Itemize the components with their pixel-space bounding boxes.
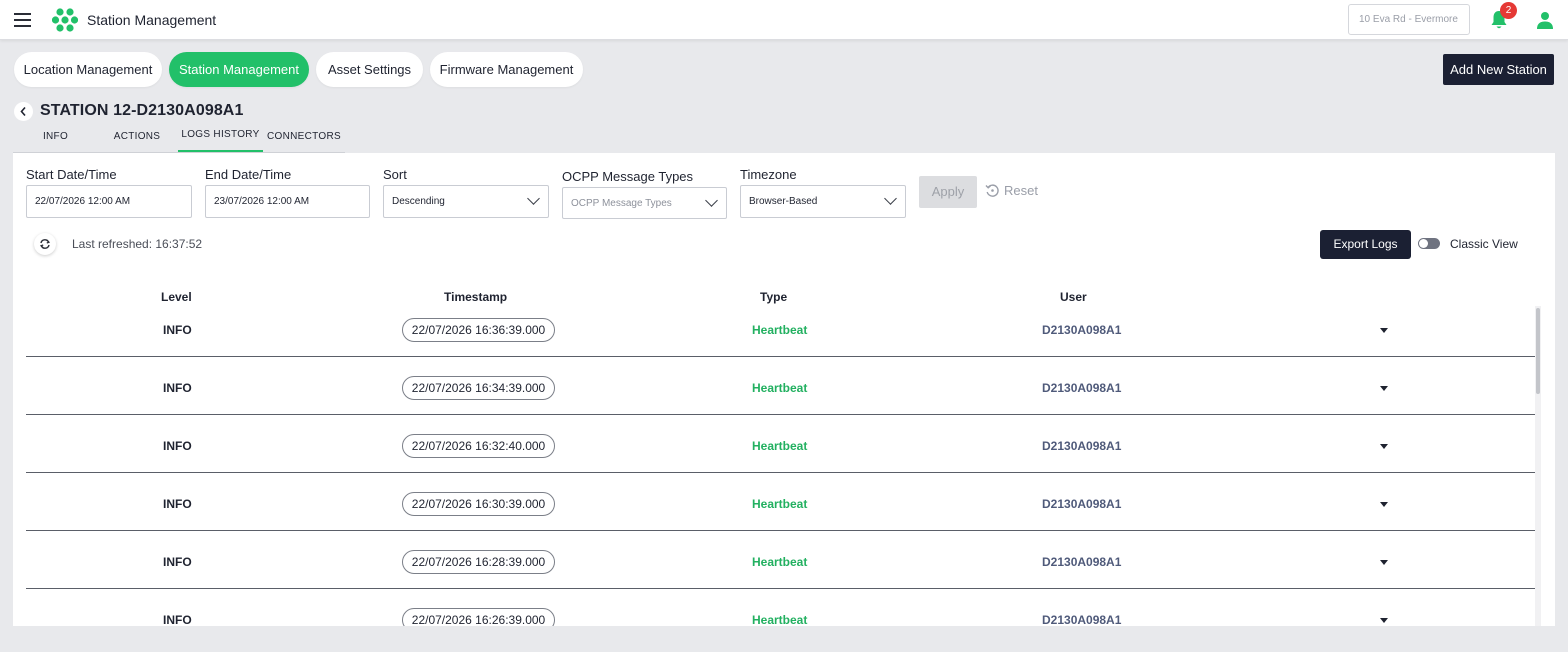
ocpp-placeholder: OCPP Message Types	[571, 198, 672, 209]
type-cell: Heartbeat	[752, 439, 808, 453]
user-link[interactable]: D2130A098A1	[1042, 381, 1121, 395]
table-row[interactable]: INFO 22/07/2026 16:26:39.000 Heartbeat D213…	[26, 589, 1535, 626]
timezone-select[interactable]: Browser-Based	[740, 185, 906, 218]
caret-down-icon[interactable]	[1380, 328, 1388, 333]
level-cell: INFO	[163, 497, 192, 511]
user-icon[interactable]	[1536, 11, 1554, 29]
reset-button[interactable]: Reset	[985, 183, 1038, 198]
tab-logs-history[interactable]: LOGS HISTORY	[178, 129, 263, 153]
add-new-station-button[interactable]: Add New Station	[1443, 54, 1554, 85]
type-cell: Heartbeat	[752, 381, 808, 395]
logs-card: Start Date/Time 22/07/2026 12:00 AM End …	[13, 153, 1555, 626]
ocpp-label: OCPP Message Types	[562, 169, 694, 184]
caret-down-icon[interactable]	[1380, 618, 1388, 623]
timestamp-chip: 22/07/2026 16:28:39.000	[402, 550, 555, 574]
notification-badge: 2	[1500, 2, 1517, 19]
tab-actions[interactable]: ACTIONS	[98, 130, 176, 152]
sort-value: Descending	[392, 196, 445, 207]
reset-icon	[985, 184, 999, 197]
level-cell: INFO	[163, 613, 192, 626]
type-cell: Heartbeat	[752, 555, 808, 569]
chevron-down-icon	[884, 192, 897, 205]
user-link[interactable]: D2130A098A1	[1042, 555, 1121, 569]
start-date-label: Start Date/Time	[26, 167, 117, 182]
timezone-label: Timezone	[740, 167, 797, 182]
pill-asset-settings[interactable]: Asset Settings	[316, 52, 423, 87]
level-cell: INFO	[163, 555, 192, 569]
reset-label: Reset	[1004, 183, 1038, 198]
apply-button[interactable]: Apply	[919, 176, 977, 208]
timezone-value: Browser-Based	[749, 196, 818, 207]
type-cell: Heartbeat	[752, 497, 808, 511]
pill-location-management[interactable]: Location Management	[14, 52, 162, 87]
type-cell: Heartbeat	[752, 613, 808, 626]
start-date-input[interactable]: 22/07/2026 12:00 AM	[26, 185, 192, 218]
logo-icon	[52, 8, 78, 32]
sort-select[interactable]: Descending	[383, 185, 549, 218]
timestamp-chip: 22/07/2026 16:30:39.000	[402, 492, 555, 516]
station-title: STATION 12-D2130A098A1	[40, 102, 244, 119]
export-logs-button[interactable]: Export Logs	[1320, 230, 1411, 259]
pill-firmware-management[interactable]: Firmware Management	[430, 52, 583, 87]
table-row[interactable]: INFO 22/07/2026 16:32:40.000 Heartbeat D213…	[26, 415, 1535, 473]
refresh-button[interactable]	[34, 233, 56, 255]
end-date-input[interactable]: 23/07/2026 12:00 AM	[205, 185, 370, 218]
user-link[interactable]: D2130A098A1	[1042, 497, 1121, 511]
type-cell: Heartbeat	[752, 323, 808, 337]
caret-down-icon[interactable]	[1380, 444, 1388, 449]
table-row[interactable]: INFO 22/07/2026 16:34:39.000 Heartbeat D213…	[26, 357, 1535, 415]
table-row[interactable]: INFO 22/07/2026 16:28:39.000 Heartbeat D213…	[26, 531, 1535, 589]
user-link[interactable]: D2130A098A1	[1042, 439, 1121, 453]
timestamp-chip: 22/07/2026 16:26:39.000	[402, 608, 555, 626]
refresh-icon	[39, 239, 51, 249]
pill-station-management[interactable]: Station Management	[169, 52, 309, 87]
level-cell: INFO	[163, 439, 192, 453]
location-select[interactable]: 10 Eva Rd - Evermore	[1348, 4, 1470, 35]
tab-connectors[interactable]: CONNECTORS	[264, 130, 344, 152]
level-cell: INFO	[163, 381, 192, 395]
timestamp-chip: 22/07/2026 16:34:39.000	[402, 376, 555, 400]
app-title: Station Management	[87, 12, 217, 28]
end-date-label: End Date/Time	[205, 167, 292, 182]
classic-view-toggle[interactable]	[1418, 238, 1440, 249]
table-row[interactable]: INFO 22/07/2026 16:30:39.000 Heartbeat D213…	[26, 473, 1535, 531]
scrollbar-thumb[interactable]	[1536, 308, 1540, 394]
top-bar: Station Management 10 Eva Rd - Evermore …	[0, 0, 1568, 40]
user-link[interactable]: D2130A098A1	[1042, 323, 1121, 337]
caret-down-icon[interactable]	[1380, 386, 1388, 391]
back-button[interactable]	[14, 102, 33, 121]
menu-icon[interactable]	[14, 13, 31, 27]
chevron-down-icon	[705, 194, 718, 207]
classic-view-label: Classic View	[1450, 237, 1518, 251]
chevron-left-icon	[20, 106, 26, 117]
caret-down-icon[interactable]	[1380, 560, 1388, 565]
timestamp-chip: 22/07/2026 16:32:40.000	[402, 434, 555, 458]
chevron-down-icon	[527, 192, 540, 205]
timestamp-chip: 22/07/2026 16:36:39.000	[402, 318, 555, 342]
tab-info[interactable]: INFO	[13, 130, 98, 152]
caret-down-icon[interactable]	[1380, 502, 1388, 507]
table-row[interactable]: INFO 22/07/2026 16:36:39.000 Heartbeat D213…	[26, 299, 1535, 357]
sort-label: Sort	[383, 167, 407, 182]
level-cell: INFO	[163, 323, 192, 337]
user-link[interactable]: D2130A098A1	[1042, 613, 1121, 626]
last-refreshed-text: Last refreshed: 16:37:52	[72, 237, 203, 251]
ocpp-select[interactable]: OCPP Message Types	[562, 187, 727, 219]
